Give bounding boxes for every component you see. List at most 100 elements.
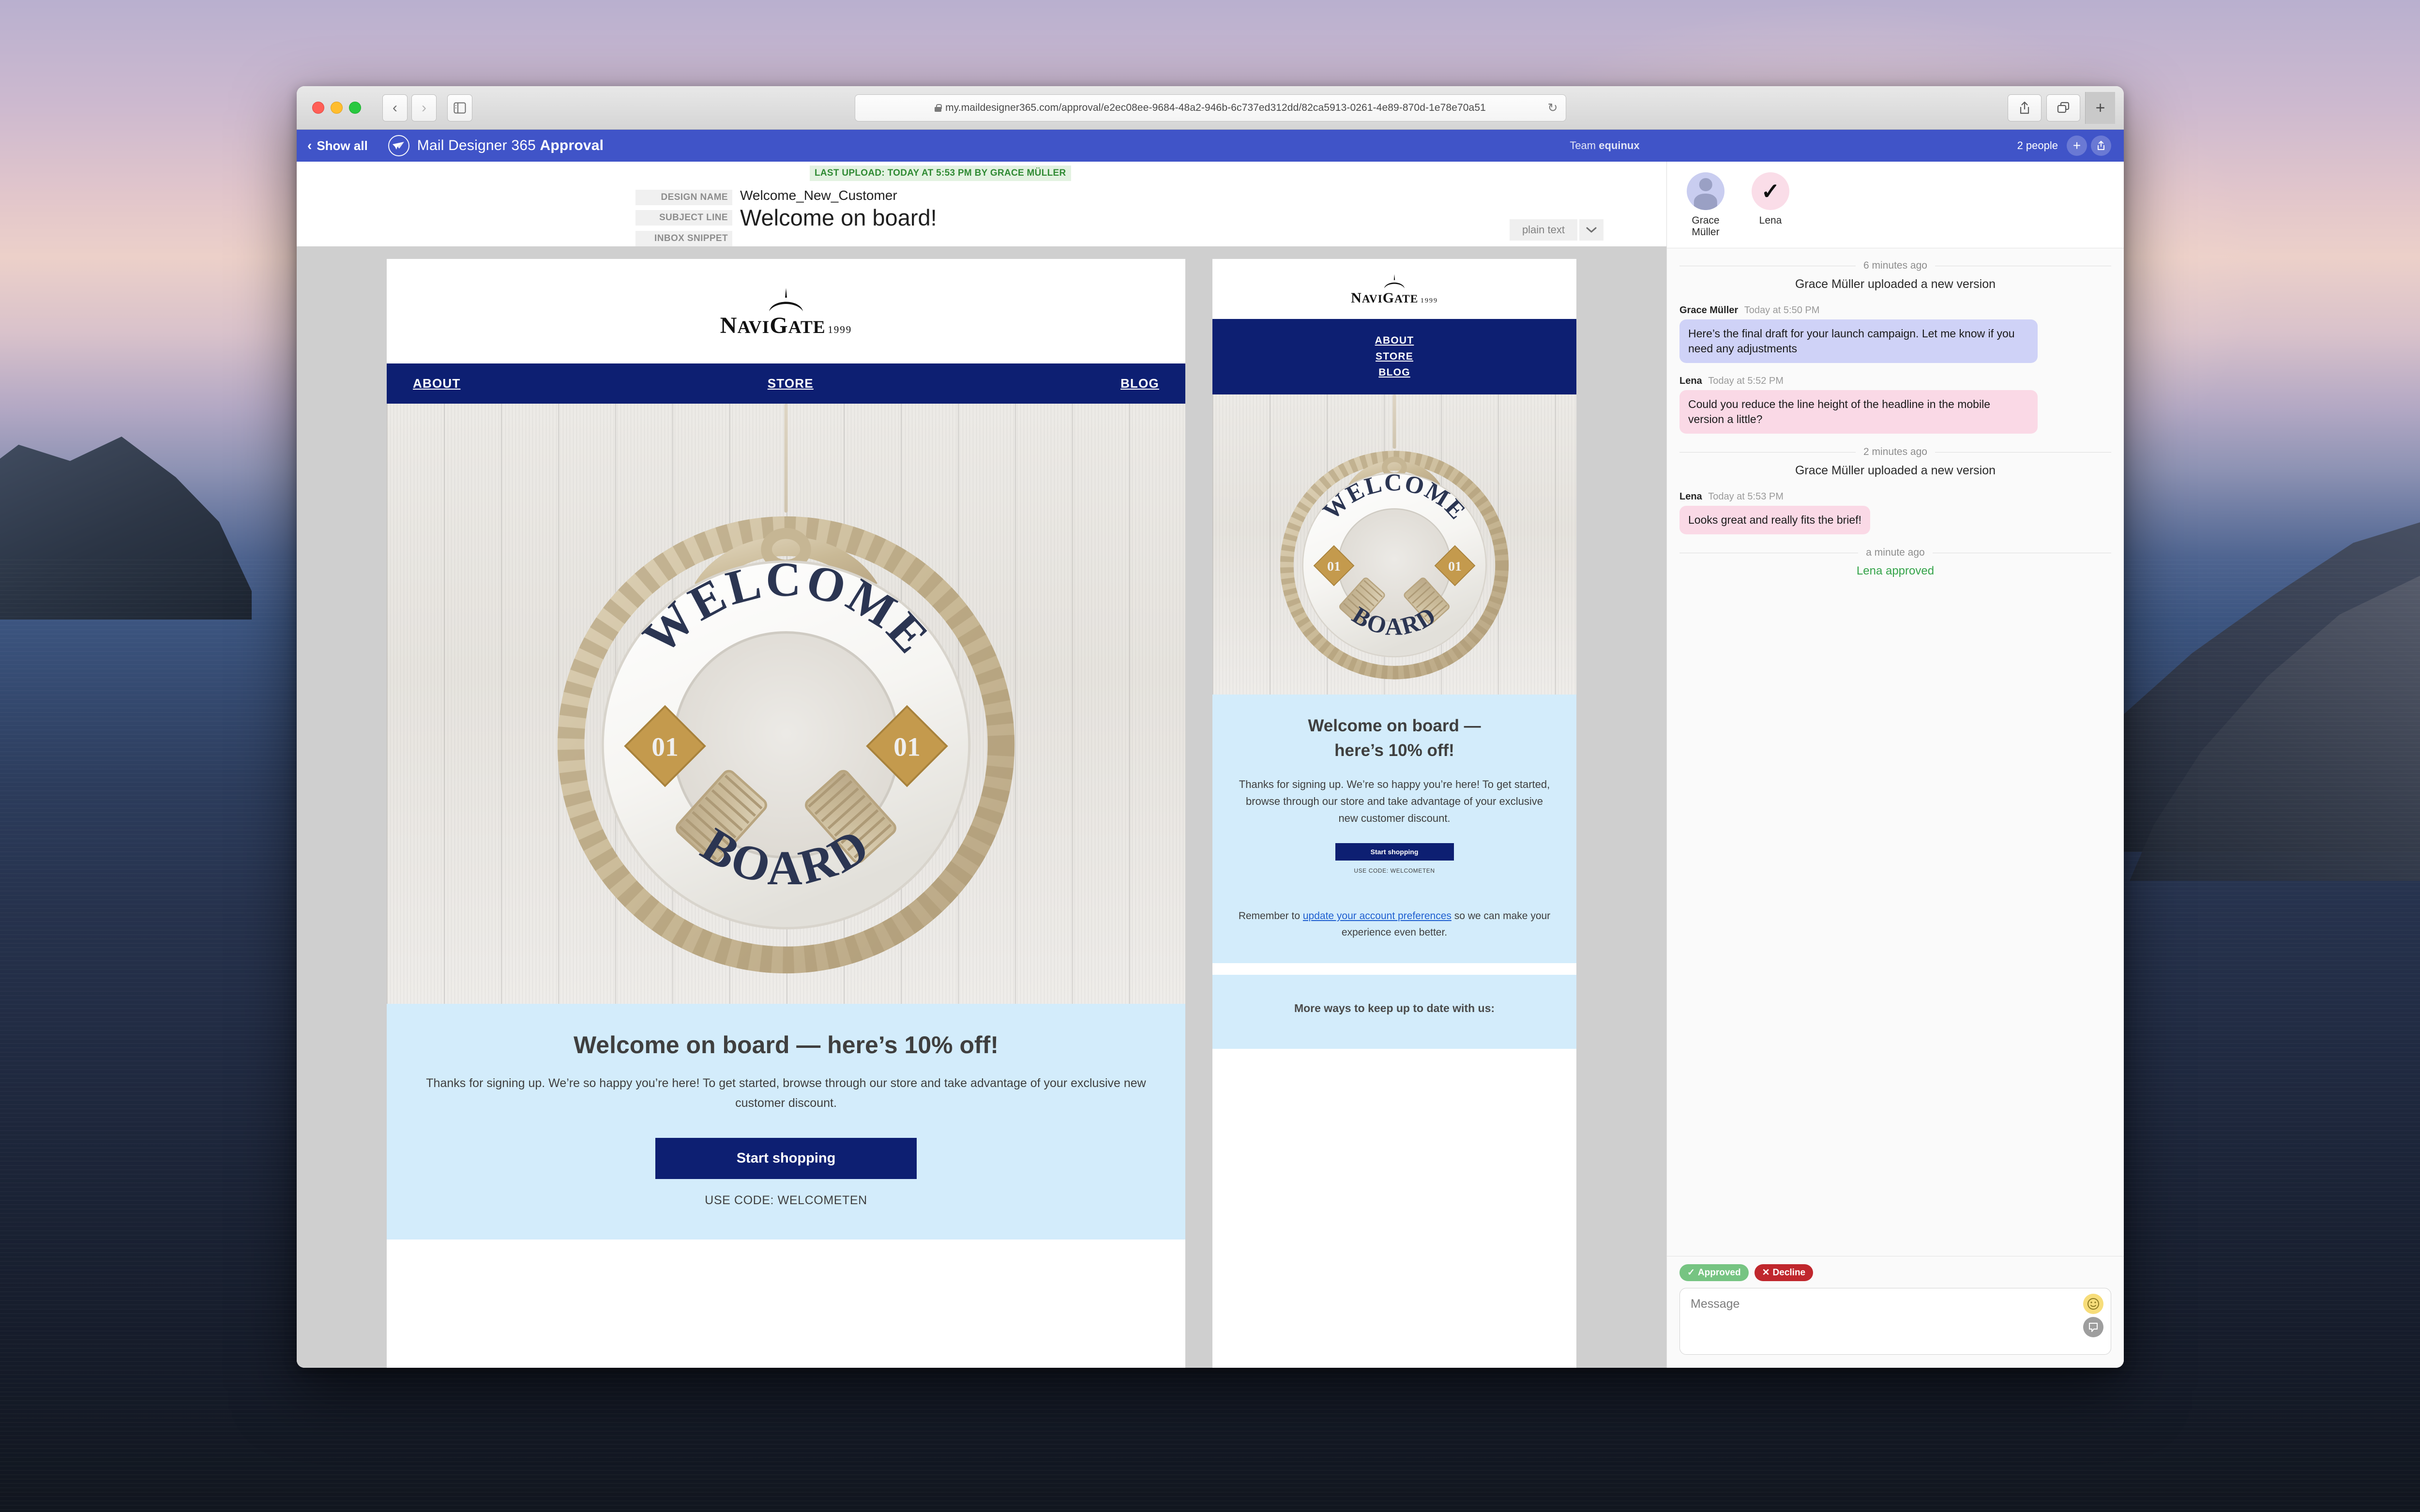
forward-button[interactable]: › — [411, 94, 437, 121]
show-all-button[interactable]: ‹ Show all — [307, 138, 368, 153]
mobile-email-nav-store[interactable]: STORE — [1212, 351, 1576, 363]
email-hero-image: 01 01 WELCOME BOARD — [387, 404, 1185, 1004]
design-name-row: DESIGN NAME Welcome_New_Customer — [297, 188, 1666, 205]
app-title-light: Mail Designer 365 — [417, 137, 536, 153]
message-author: Lena — [1679, 491, 1702, 502]
account-preferences-link[interactable]: update your account preferences — [1303, 910, 1452, 922]
email-promo-code: USE CODE: WELCOMETEN — [705, 1194, 867, 1207]
minimize-window-button[interactable] — [331, 102, 343, 114]
team-label: Team equinux — [1570, 139, 1639, 152]
mobile-email-more-ways-block: More ways to keep up to date with us: — [1212, 975, 1576, 1049]
time-divider: 2 minutes ago — [1679, 446, 2112, 458]
email-nav-blog[interactable]: BLOG — [1120, 376, 1159, 391]
compass-sail-icon — [1384, 274, 1405, 288]
mobile-email-prefs-block: Remember to update your account preferen… — [1212, 893, 1576, 964]
comment-bubble-icon[interactable] — [2083, 1317, 2103, 1337]
navigate-logo: NAVIGATE 1999 — [720, 287, 852, 337]
window-traffic-lights — [312, 102, 361, 114]
view-mode-dropdown[interactable]: plain text — [1509, 219, 1603, 241]
user-silhouette-icon — [1687, 172, 1724, 210]
team-name: equinux — [1599, 139, 1640, 151]
mobile-email-nav-blog[interactable]: BLOG — [1212, 367, 1576, 378]
design-name-label: DESIGN NAME — [635, 190, 732, 205]
app-title-bold: Approval — [540, 137, 604, 153]
close-icon: ✕ — [1762, 1268, 1770, 1278]
hanging-cord — [784, 404, 788, 513]
mobile-email-body-text: Thanks for signing up. We’re so happy yo… — [1239, 778, 1550, 824]
chevron-down-icon — [1579, 219, 1603, 241]
tab-overview-icon[interactable] — [2046, 94, 2080, 121]
new-tab-button[interactable]: + — [2085, 92, 2115, 124]
add-person-button[interactable]: + — [2067, 136, 2087, 156]
brand-name: NAVIGATE — [720, 313, 826, 338]
approval-system-message: Lena approved — [1856, 564, 1935, 578]
system-message: Grace Müller uploaded a new version — [1795, 464, 1996, 478]
message-time: Today at 5:52 PM — [1708, 376, 1784, 387]
mobile-email-headline-line1: Welcome on board — — [1308, 716, 1481, 735]
back-button[interactable]: ‹ — [382, 94, 408, 121]
reload-icon[interactable]: ↻ — [1548, 101, 1558, 115]
message-bubble: Looks great and really fits the brief! — [1679, 506, 1870, 535]
inbox-snippet-row: INBOX SNIPPET — [297, 228, 1666, 246]
brand-year-mobile: 1999 — [1420, 297, 1438, 304]
subject-line-row: SUBJECT LINE Welcome on board! — [297, 206, 1666, 229]
desktop-email-preview[interactable]: NAVIGATE 1999 ABOUT STORE BLOG 01 01 WEL… — [387, 259, 1185, 1368]
close-window-button[interactable] — [312, 102, 324, 114]
message-author: Grace Müller — [1679, 305, 1739, 316]
view-mode-value: plain text — [1509, 219, 1577, 241]
mobile-email-spacer — [1212, 963, 1576, 975]
smiley-icon[interactable] — [2083, 1294, 2103, 1314]
divider-label: 2 minutes ago — [1863, 446, 1927, 458]
time-divider: a minute ago — [1679, 547, 2112, 559]
person-name: Lena — [1759, 215, 1782, 226]
message-input[interactable] — [1679, 1288, 2111, 1355]
email-body-text: Thanks for signing up. We’re so happy yo… — [426, 1076, 1146, 1110]
people-count: 2 people — [2017, 139, 2058, 151]
message-header: Lena Today at 5:53 PM — [1679, 491, 2111, 502]
browser-window: ‹ › my.maildesigner365.com/approval/e2ec… — [297, 86, 2124, 1368]
team-prefix: Team — [1570, 139, 1596, 151]
svg-text:01: 01 — [893, 732, 921, 762]
divider-label: 6 minutes ago — [1863, 260, 1927, 271]
person-lena[interactable]: ✓ Lena — [1744, 172, 1797, 238]
subject-line-label: SUBJECT LINE — [635, 210, 732, 226]
time-divider: 6 minutes ago — [1679, 260, 2112, 272]
person-grace-muller[interactable]: Grace Müller — [1679, 172, 1732, 238]
subject-line-value: Welcome on board! — [740, 205, 937, 230]
approved-button[interactable]: ✓ Approved — [1679, 1264, 1749, 1281]
maximize-window-button[interactable] — [349, 102, 361, 114]
email-nav-store[interactable]: STORE — [768, 376, 814, 391]
decline-button[interactable]: ✕ Decline — [1754, 1264, 1814, 1281]
svg-text:01: 01 — [651, 732, 679, 762]
wallpaper-rock-right-front — [2130, 571, 2420, 881]
mobile-hanging-cord — [1392, 394, 1396, 449]
divider-label: a minute ago — [1866, 547, 1925, 559]
mobile-email-nav-about[interactable]: ABOUT — [1212, 335, 1576, 347]
avatar: ✓ — [1752, 172, 1789, 210]
email-cta-button[interactable]: Start shopping — [655, 1138, 917, 1179]
compass-sail-icon — [769, 288, 803, 311]
url-text: my.maildesigner365.com/approval/e2ec08ee… — [945, 102, 1486, 113]
message-list[interactable]: 6 minutes ago Grace Müller uploaded a ne… — [1667, 248, 2124, 1256]
mobile-life-ring-graphic: 01 01 WELCOME BOARD — [1272, 443, 1517, 687]
email-nav-about[interactable]: ABOUT — [413, 376, 460, 391]
mobile-email-preview[interactable]: NAVIGATE 1999 ABOUT STORE BLOG 01 01 WEL… — [1212, 259, 1576, 1368]
browser-nav-buttons: ‹ › — [382, 94, 437, 121]
chat-message: Grace Müller Today at 5:50 PM Here’s the… — [1679, 305, 2111, 363]
email-nav-bar: ABOUT STORE BLOG — [387, 363, 1185, 404]
svg-text:01: 01 — [1327, 559, 1341, 574]
address-bar[interactable]: my.maildesigner365.com/approval/e2ec08ee… — [854, 94, 1566, 121]
inbox-snippet-label: INBOX SNIPPET — [635, 231, 732, 246]
app-body: LAST UPLOAD: TODAY AT 5:53 PM BY GRACE M… — [297, 162, 2124, 1368]
message-composer: ✓ Approved ✕ Decline — [1667, 1256, 2124, 1368]
check-icon: ✓ — [1687, 1268, 1695, 1278]
email-content-block: Welcome on board — here’s 10% off! Thank… — [387, 1004, 1185, 1240]
share-approval-icon[interactable] — [2091, 136, 2111, 156]
sidebar-toggle-icon[interactable] — [447, 94, 472, 121]
system-message: Grace Müller uploaded a new version — [1795, 277, 1996, 291]
lock-icon — [935, 104, 942, 112]
design-meta-bar: LAST UPLOAD: TODAY AT 5:53 PM BY GRACE M… — [297, 162, 1666, 246]
mobile-email-cta-button[interactable]: Start shopping — [1335, 843, 1454, 861]
share-icon[interactable] — [2008, 94, 2042, 121]
mobile-email-nav-bar: ABOUT STORE BLOG — [1212, 319, 1576, 394]
